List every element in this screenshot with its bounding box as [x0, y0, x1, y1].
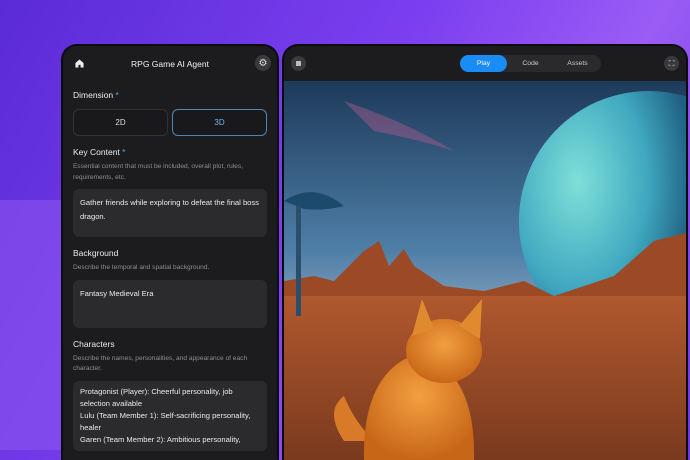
- background-description: Describe the temporal and spatial backgr…: [73, 264, 210, 271]
- preview-panel: Play Code Assets ⛶: [282, 44, 688, 460]
- settings-panel: RPG Game AI Agent ⚙ Dimension * 2D 3D Ke…: [61, 44, 279, 460]
- character-line: Garen (Team Member 2): Ambitious persona…: [80, 434, 241, 444]
- dimension-2d-button[interactable]: 2D: [73, 109, 168, 136]
- key-content-description: Essential content that must be included,…: [73, 163, 244, 181]
- app-title: RPG Game AI Agent: [131, 59, 209, 69]
- tab-code[interactable]: Code: [507, 55, 554, 72]
- character-line: Protagonist (Player): Cheerful personali…: [80, 386, 233, 408]
- characters-label: Characters: [73, 338, 115, 349]
- tab-assets[interactable]: Assets: [554, 55, 601, 72]
- key-content-label: Key Content *: [73, 147, 126, 157]
- settings-gear-icon[interactable]: ⚙: [255, 55, 271, 71]
- home-icon[interactable]: [75, 59, 84, 68]
- key-content-input[interactable]: Gather friends while exploring to defeat…: [73, 189, 267, 237]
- game-preview-scene[interactable]: [284, 81, 686, 460]
- view-tabs: Play Code Assets: [460, 55, 601, 72]
- background-label: Background: [73, 248, 119, 258]
- stop-button[interactable]: [291, 56, 306, 71]
- stop-icon: [296, 61, 301, 66]
- dimension-3d-button[interactable]: 3D: [172, 109, 267, 136]
- characters-input[interactable]: Protagonist (Player): Cheerful personali…: [73, 380, 267, 451]
- fullscreen-icon[interactable]: ⛶: [664, 56, 679, 71]
- panel-header: RPG Game AI Agent ⚙: [63, 46, 277, 82]
- tab-play[interactable]: Play: [460, 55, 507, 72]
- mushroom-tree: [296, 206, 301, 316]
- background-input[interactable]: Fantasy Medieval Era: [73, 279, 267, 328]
- dimension-label: Dimension *: [73, 90, 119, 100]
- preview-toolbar: Play Code Assets ⛶: [284, 46, 686, 81]
- characters-description: Describe the names, personalities, and a…: [73, 354, 248, 373]
- character-line: Lulu (Team Member 1): Self-sacrificing p…: [80, 410, 251, 432]
